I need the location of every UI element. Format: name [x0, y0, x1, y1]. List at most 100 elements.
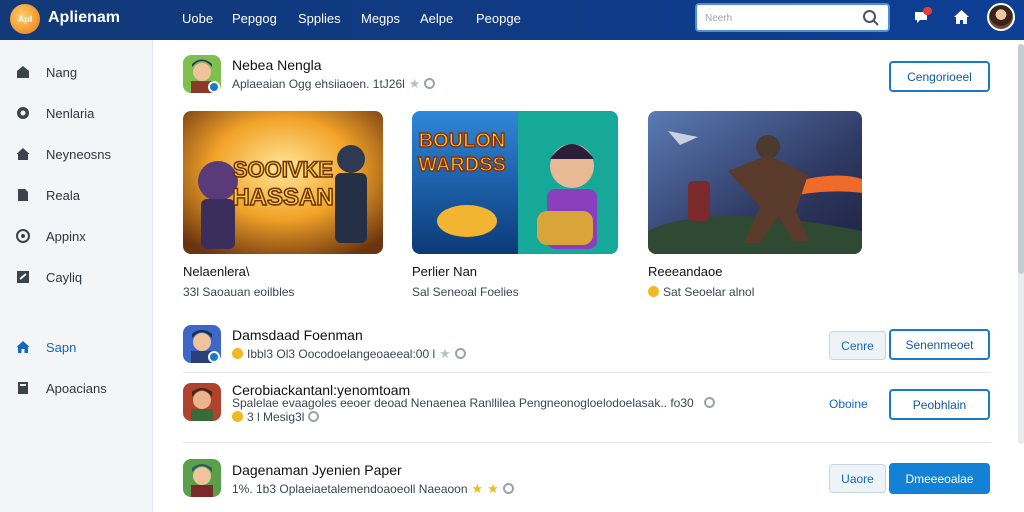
game-card-title-3[interactable]: Reeeandaoe [648, 264, 722, 279]
app-title: Aplienam [48, 9, 121, 26]
list-item-meta: 1%. 1b3 Oplaeiaetalemendoaoeoll Naeaoon ★… [232, 481, 514, 497]
game-card-title-1[interactable]: Nelaenlera\ [183, 264, 250, 279]
sidebar-item-label: Nenlaria [46, 106, 95, 121]
top-app-bar: Apl Aplienam Uobe Pepgog Spplies Megps A… [0, 0, 1024, 40]
verified-badge [208, 81, 220, 93]
sidebar-item-label: Sapn [46, 340, 77, 355]
settings-icon [16, 229, 30, 243]
file-icon [18, 189, 28, 201]
sidebar-item-nang[interactable]: Nang [0, 57, 153, 87]
list-item-meta-text: 3 l Mesig3l [247, 410, 305, 424]
app-logo[interactable]: Apl [10, 4, 40, 34]
featured-subtitle-text: Aplaeaian Ogg ehsiiaoen. 1tJ26l [232, 77, 405, 91]
list-item-art [183, 459, 221, 497]
game-card-thumbnail-2[interactable]: BOULON WARDSS [412, 111, 618, 254]
row-divider [183, 372, 991, 373]
compass-icon [17, 107, 29, 119]
logo-text: Apl [17, 14, 33, 24]
list-item-description-text: Spalelae evaagoles eeoer deoad Nenaenea … [232, 396, 694, 410]
notification-badge [923, 7, 932, 15]
clock-icon [703, 397, 715, 408]
list-item-icon[interactable] [183, 459, 221, 497]
game-art-title-2b: WARDSS [418, 154, 506, 176]
list-item-secondary-link[interactable]: Oboine [829, 397, 868, 411]
sidebar-item-cayliq[interactable]: Cayliq [0, 262, 153, 292]
sidebar-item-label: Neyneosns [46, 147, 112, 162]
sidebar-item-reala[interactable]: Reala [0, 180, 153, 210]
game-card-art-2: BOULON WARDSS [412, 111, 618, 254]
coin-icon [648, 286, 659, 297]
list-item-secondary-button[interactable]: Uaore [829, 464, 886, 493]
star-icon: ★ [439, 346, 451, 361]
list-item-primary-button[interactable]: Dmeeeoalae [889, 463, 990, 494]
scrollbar[interactable] [1018, 44, 1024, 444]
flag-icon [17, 271, 29, 283]
user-avatar[interactable] [987, 3, 1015, 31]
home-outline-icon [17, 66, 29, 78]
game-card-thumbnail-1[interactable]: SOOIVKE HASSAN [183, 111, 383, 254]
game-art-title-2a: BOULON [419, 130, 506, 152]
game-art-title-1b: HASSAN [232, 184, 333, 211]
sidebar-item-label: Cayliq [46, 270, 83, 285]
list-item-secondary-button[interactable]: Cenre [829, 331, 886, 360]
list-item-meta: Ibbl3 Ol3 Oocodoelangeoaeeal:00 l ★ [232, 346, 466, 362]
home-filled-icon [16, 341, 30, 353]
clock-icon [454, 348, 466, 359]
sidebar-item-label: Reala [46, 188, 80, 203]
list-item-meta-text: Ibbl3 Ol3 Oocodoelangeoaeeal:00 l [247, 347, 436, 361]
featured-subtitle: Aplaeaian Ogg ehsiiaoen. 1tJ26l ★ [232, 76, 436, 92]
book-icon [18, 382, 28, 394]
nav-link-megps[interactable]: Megps [361, 11, 400, 26]
game-card-art-3 [648, 111, 862, 254]
star-icon: ★ [471, 481, 484, 496]
clock-icon [502, 483, 514, 494]
search-input[interactable] [705, 10, 855, 26]
list-item-primary-button[interactable]: Peobhlain [889, 389, 990, 420]
game-card-subtitle-3-text: Sat Seoelar alnol [663, 285, 755, 299]
home-icon[interactable] [953, 9, 970, 25]
list-item-title[interactable]: Damsdaad Foenman [232, 327, 363, 343]
game-card-art-1: SOOIVKE HASSAN [183, 111, 383, 254]
game-card-subtitle-3: Sat Seoelar alnol [648, 285, 754, 299]
nav-link-aelpe[interactable]: Aelpe [420, 11, 453, 26]
game-art-title-1a: SOOIVKE [233, 157, 333, 182]
star-icon: ★ [408, 76, 421, 91]
sidebar-item-apoacians[interactable]: Apoacians [0, 373, 153, 403]
sidebar-item-label: Apoacians [46, 381, 107, 396]
clock-icon [424, 78, 436, 89]
search-box[interactable] [695, 3, 890, 32]
list-item-meta-text: 1%. 1b3 Oplaeiaetalemendoaoeoll Naeaoon [232, 482, 468, 496]
featured-action-button[interactable]: Cengorioeel [889, 61, 990, 92]
featured-title: Nebea Nengla [232, 57, 322, 73]
game-card-subtitle-2: Sal Seneoal Foelies [412, 285, 519, 299]
list-item-meta: 3 l Mesig3l [232, 410, 320, 424]
sidebar-item-neyneosns[interactable]: Neyneosns [0, 139, 153, 169]
sidebar-item-label: Appinx [46, 229, 86, 244]
nav-link-uobe[interactable]: Uobe [182, 11, 213, 26]
sidebar-item-nenlaria[interactable]: Nenlaria [0, 98, 153, 128]
game-card-subtitle-1: 33l Saoauan eoilbles [183, 285, 295, 299]
list-item-description: Spalelae evaagoles eeoer deoad Nenaenea … [232, 396, 715, 410]
coin-icon [232, 348, 243, 359]
list-item-primary-button[interactable]: Senenmeoet [889, 329, 990, 360]
nav-link-pepgog[interactable]: Pepgog [232, 11, 277, 26]
clock-icon [308, 411, 320, 422]
home-icon [16, 148, 30, 160]
row-divider [183, 442, 991, 443]
list-item-icon[interactable] [183, 383, 221, 421]
star-icon: ★ [487, 481, 499, 496]
game-card-title-2[interactable]: Perlier Nan [412, 264, 477, 279]
scrollbar-thumb[interactable] [1018, 44, 1024, 274]
sidebar-item-sapn[interactable]: Sapn [0, 332, 153, 362]
coin-icon [232, 411, 243, 422]
verified-badge [208, 351, 220, 363]
list-item-art [183, 383, 221, 421]
sidebar-item-appinx[interactable]: Appinx [0, 221, 153, 251]
game-card-thumbnail-3[interactable] [648, 111, 862, 254]
sidebar: Nang Nenlaria Neyneosns Reala Appinx Cay… [0, 40, 153, 512]
search-icon[interactable] [862, 9, 880, 27]
sidebar-item-label: Nang [46, 65, 78, 80]
nav-link-spplies[interactable]: Spplies [298, 11, 341, 26]
nav-link-peopge[interactable]: Peopge [476, 11, 521, 26]
list-item-title[interactable]: Dagenaman Jyenien Paper [232, 462, 402, 478]
